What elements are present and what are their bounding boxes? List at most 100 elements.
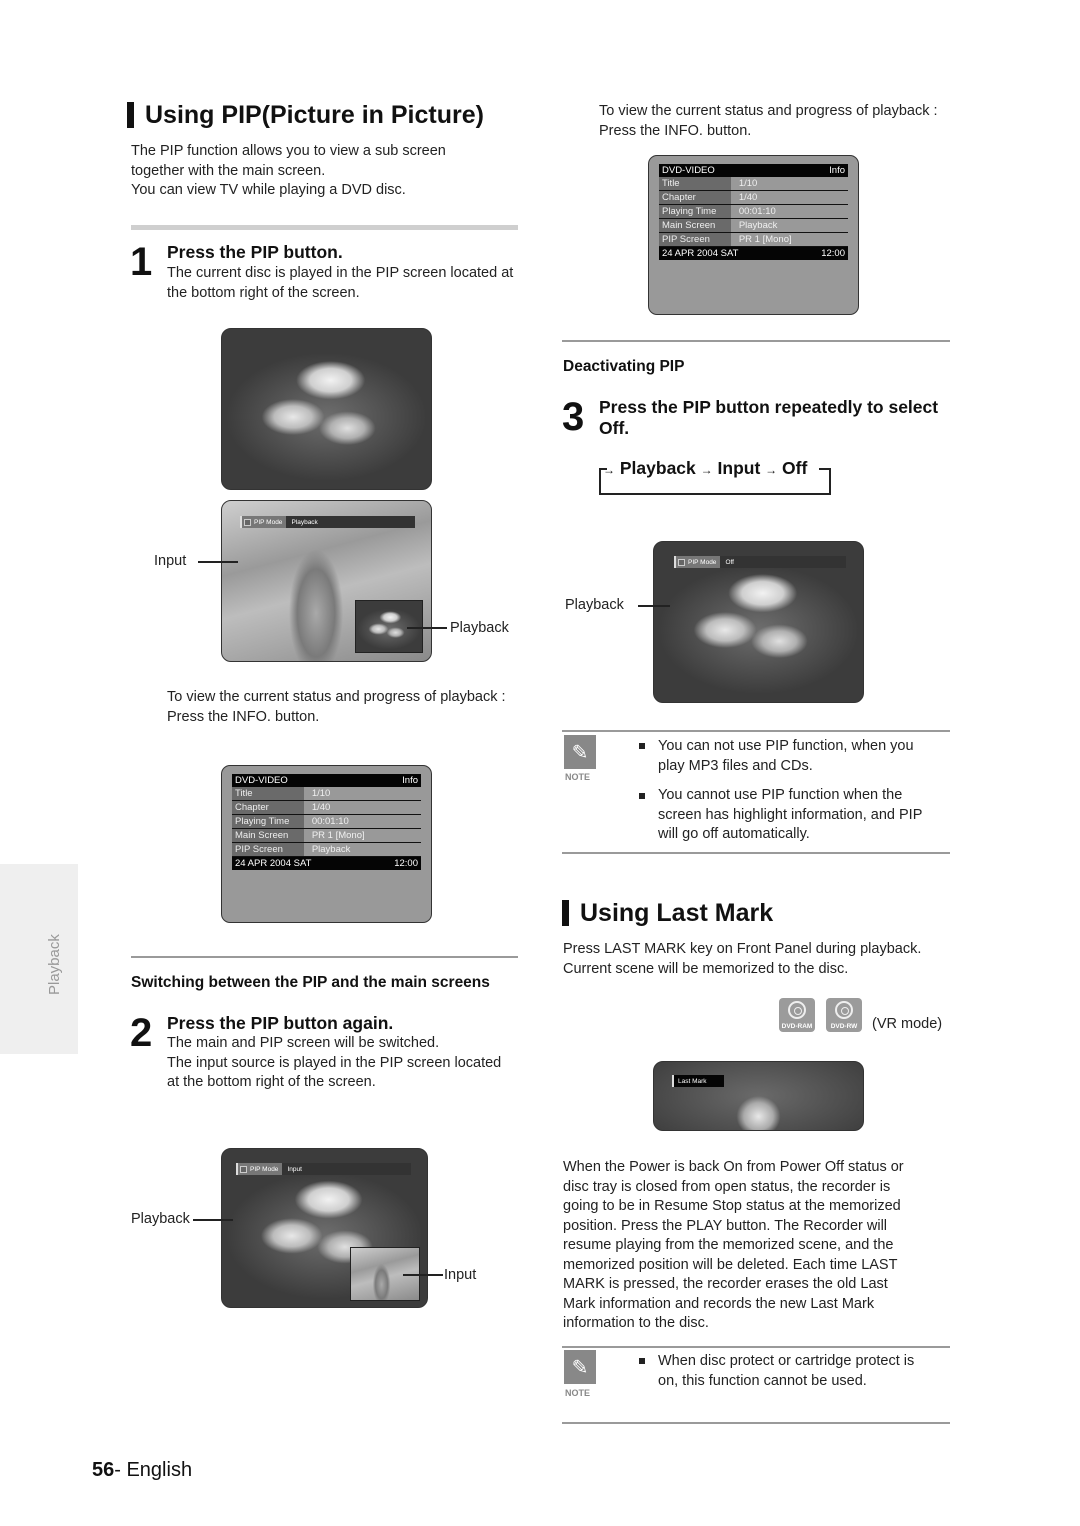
info-header: DVD-VIDEO Info	[232, 774, 421, 787]
info-table: DVD-VIDEO Info Title 1/10 Chapter 1/40 Play…	[232, 774, 421, 870]
callout-leader	[407, 627, 447, 629]
info-key: Main Screen	[232, 829, 304, 842]
info-header-left: DVD-VIDEO	[662, 165, 715, 176]
info-time: 12:00	[394, 858, 418, 869]
info-key: PIP Screen	[232, 843, 304, 856]
info-header: DVD-VIDEO Info	[659, 164, 848, 177]
info-value: 1/40	[311, 802, 331, 813]
info-table: DVD-VIDEO Info Title 1/10 Chapter 1/40 Play…	[659, 164, 848, 260]
info-date: 24 APR 2004 SAT	[662, 248, 739, 259]
note-line: play MP3 files and CDs.	[658, 757, 813, 774]
osd-label-text: PIP Mode	[688, 558, 717, 566]
callout-leader	[403, 1274, 443, 1276]
info-key: Playing Time	[232, 815, 304, 828]
info-row: Chapter 1/40	[659, 191, 848, 205]
switching-heading: Switching between the PIP and the main s…	[131, 974, 490, 991]
note-line: You cannot use PIP function when the	[658, 787, 903, 803]
info-value: Playback	[738, 220, 778, 231]
page-language: - English	[114, 1459, 193, 1481]
callout-input: Input	[154, 553, 187, 569]
osd-label-text: PIP Mode	[250, 1165, 279, 1173]
page-footer: 56- English	[92, 1459, 192, 1482]
last-mark-title: Using Last Mark	[562, 898, 773, 928]
bullet-icon	[639, 1358, 645, 1364]
step-title: Press the PIP button repeatedly to selec…	[599, 397, 959, 439]
deactivating-heading: Deactivating PIP	[563, 358, 685, 375]
vr-mode-label: (VR mode)	[872, 1016, 943, 1032]
info-row: Main Screen PR 1 [Mono]	[232, 829, 421, 843]
osd-label-text: PIP Mode	[254, 518, 283, 526]
callout-playback: Playback	[565, 597, 624, 613]
note-top-rule	[562, 730, 950, 732]
info-row: Main Screen Playback	[659, 219, 848, 233]
last-mark-body: When the Power is back On from Power Off…	[563, 1158, 963, 1334]
note-line: You can not use PIP function, when you	[658, 738, 914, 754]
step-title: Press the PIP button.	[167, 242, 343, 262]
osd-value: Playback	[286, 516, 415, 528]
info-header-right: Info	[402, 775, 418, 786]
cycle-item: Playback	[619, 458, 696, 478]
osd-label: PIP Mode	[236, 1163, 283, 1175]
intro-line: You can view TV while playing a DVD disc…	[131, 182, 406, 198]
heading-bar	[562, 900, 569, 926]
info-value: PR 1 [Mono]	[311, 830, 365, 841]
last-mark-screen: Last Mark	[653, 1061, 864, 1131]
info-key: Main Screen	[659, 219, 731, 232]
note-item: When disc protect or cartridge protect i…	[658, 1352, 958, 1391]
info-line: Press the INFO. button.	[167, 708, 320, 725]
cycle-text: → Playback → Input → Off	[603, 458, 807, 481]
info-value: PR 1 [Mono]	[738, 234, 792, 245]
rose-screen-image	[221, 328, 432, 490]
step-title-line: Press the PIP button repeatedly to selec…	[599, 397, 939, 417]
bullet-icon	[639, 793, 645, 799]
note-line: on, this function cannot be used.	[658, 1372, 867, 1389]
pip-mode-icon	[240, 1165, 247, 1173]
heading-bar	[127, 102, 134, 128]
step-body-line: The current disc is played in the PIP sc…	[167, 265, 514, 281]
disc-badge-label: DVD-RAM	[781, 1023, 813, 1030]
section-divider	[131, 956, 518, 958]
dvd-rw-disc-icon: DVD-RW	[826, 998, 862, 1032]
step-body-line: at the bottom right of the screen.	[167, 1074, 376, 1090]
note-line: screen has highlight information, and PI…	[658, 806, 923, 823]
pip-mode-icon	[244, 518, 251, 526]
intro-line: Current scene will be memorized to the d…	[563, 960, 849, 977]
info-key: Chapter	[232, 801, 304, 814]
body-line: When the Power is back On from Power Off…	[563, 1159, 904, 1175]
arrow-icon: →	[765, 463, 778, 477]
callout-input: Input	[444, 1267, 477, 1283]
info-row: Title 1/10	[659, 177, 848, 191]
intro-line: Press LAST MARK key on Front Panel durin…	[563, 941, 922, 957]
note-label: NOTE	[565, 1388, 591, 1398]
step-number: 1	[130, 240, 153, 284]
step-number: 2	[130, 1011, 153, 1055]
info-value: 1/10	[738, 178, 758, 189]
osd-bar: PIP Mode Off	[674, 556, 846, 568]
info-value: 1/10	[311, 788, 331, 799]
note-bottom-rule	[562, 1422, 950, 1424]
intro-line: The PIP function allows you to view a su…	[131, 143, 446, 159]
step-title-line: Off.	[599, 418, 630, 438]
step-body: The current disc is played in the PIP sc…	[167, 264, 527, 303]
step-body: The main and PIP screen will be switched…	[167, 1034, 527, 1093]
info-date: 24 APR 2004 SAT	[235, 858, 312, 869]
note-pencil-icon: ✎	[564, 735, 596, 769]
callout-leader	[638, 605, 670, 607]
info-time: 12:00	[821, 248, 845, 259]
side-tab-label: Playback	[46, 934, 63, 995]
osd-label: PIP Mode	[674, 556, 721, 568]
body-line: information to the disc.	[563, 1315, 709, 1331]
info-value: 00:01:10	[311, 816, 349, 827]
osd-bar: PIP Mode Input	[236, 1163, 411, 1175]
pip-title-text: Using PIP(Picture in Picture)	[145, 101, 484, 129]
info-footer: 24 APR 2004 SAT 12:00	[232, 857, 421, 870]
body-line: disc tray is closed from open status, th…	[563, 1178, 891, 1195]
osd-value: Off	[720, 556, 846, 568]
info-key: Playing Time	[659, 205, 731, 218]
callout-leader	[198, 561, 238, 563]
cycle-item: Off	[782, 458, 808, 478]
arrow-icon: →	[603, 463, 615, 477]
info-header-left: DVD-VIDEO	[235, 775, 288, 786]
body-line: Mark information and records the new Las…	[563, 1295, 875, 1312]
pip-screen-input: PIP Mode Input	[221, 1148, 428, 1308]
